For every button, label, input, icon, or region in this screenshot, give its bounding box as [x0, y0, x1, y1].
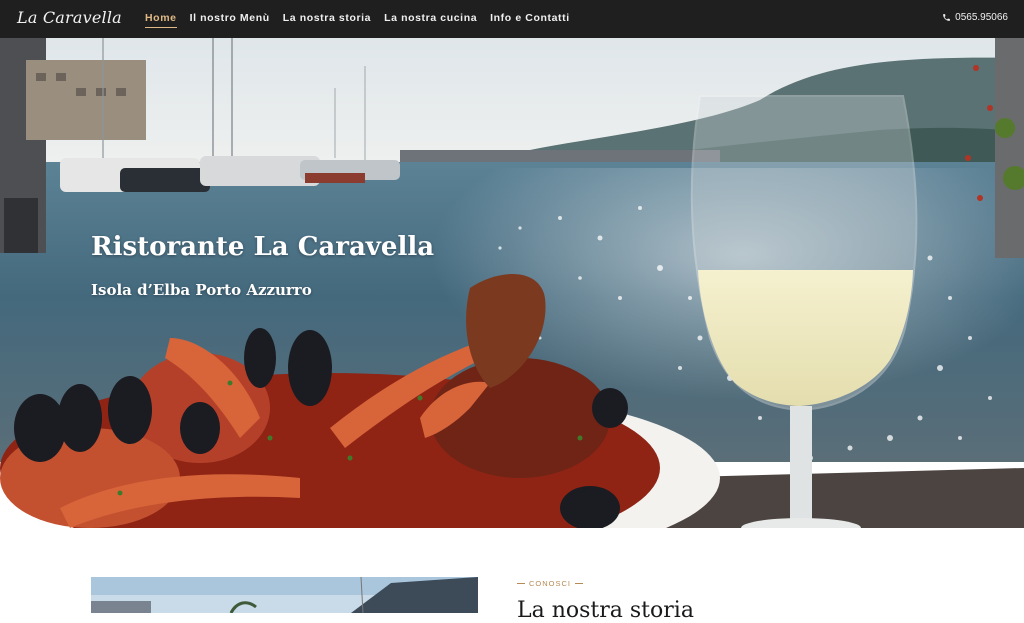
hero-title: Ristorante La Caravella: [91, 232, 435, 262]
nav-item-cucina[interactable]: La nostra cucina: [384, 12, 477, 28]
story-image: [91, 577, 478, 613]
phone-icon: [942, 13, 951, 22]
hero-subtitle: Isola d’Elba Porto Azzurro: [91, 281, 312, 299]
eyebrow-label: CONOSCI: [529, 579, 572, 588]
phone-number: 0565.95066: [955, 12, 1008, 23]
site-logo[interactable]: La Caravella: [17, 8, 122, 27]
top-navbar: La Caravella Home Il nostro Menù La nost…: [0, 0, 1024, 38]
story-eyebrow: CONOSCI: [517, 579, 584, 588]
phone-link[interactable]: 0565.95066: [942, 12, 1008, 23]
eyebrow-dash-right: [575, 583, 584, 584]
main-menu: Home Il nostro Menù La nostra storia La …: [145, 12, 583, 28]
nav-item-home[interactable]: Home: [145, 12, 177, 28]
hero-section: Ristorante La Caravella Isola d’Elba Por…: [0, 38, 1024, 528]
nav-item-contatti[interactable]: Info e Contatti: [490, 12, 570, 28]
nav-item-storia[interactable]: La nostra storia: [283, 12, 371, 28]
eyebrow-dash-left: [517, 583, 525, 584]
story-heading: La nostra storia: [517, 598, 694, 623]
nav-item-menu[interactable]: Il nostro Menù: [190, 12, 270, 28]
